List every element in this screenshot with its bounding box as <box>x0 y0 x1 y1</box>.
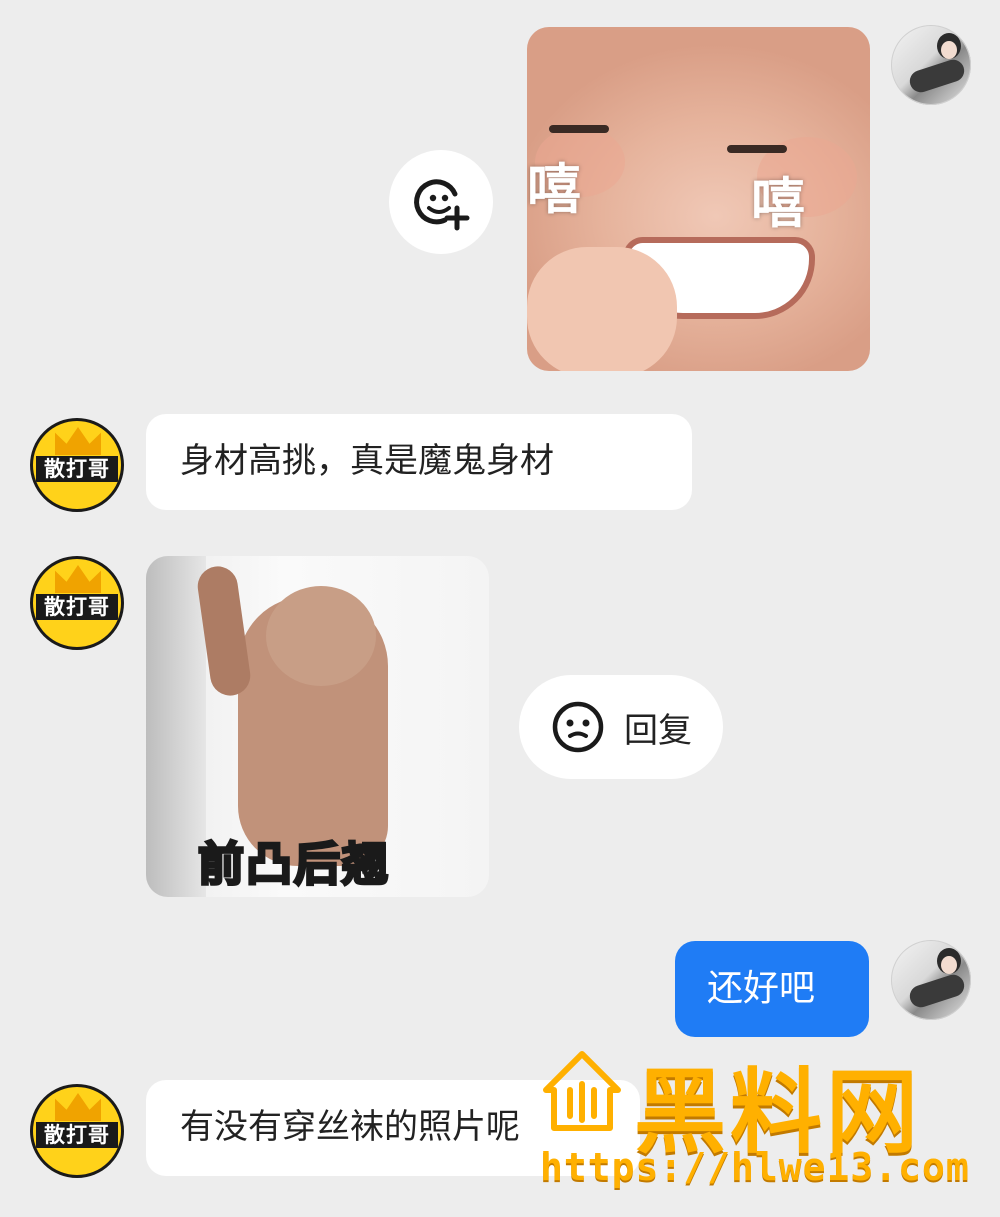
message-bubble-received[interactable]: 身材高挑，真是魔鬼身材 <box>146 414 692 510</box>
sticker-image-dog[interactable]: 前凸后翘 <box>146 556 489 897</box>
user-avatar[interactable] <box>891 940 971 1020</box>
message-text: 还好吧 <box>707 968 816 1009</box>
add-emoji-button[interactable] <box>389 150 493 254</box>
contact-avatar[interactable]: 散打哥 <box>30 418 124 512</box>
sticker-caption: 前凸后翘 <box>197 836 390 893</box>
watermark-logo-icon <box>543 1051 621 1131</box>
sticker-text-right: 嘻 <box>751 172 805 235</box>
reply-button[interactable]: 回复 <box>519 675 723 779</box>
sticker-image-baby[interactable]: 嘻 嘻 <box>527 27 870 371</box>
avatar-name: 散打哥 <box>36 1122 118 1148</box>
crown-icon <box>55 427 101 455</box>
emoji-add-icon <box>414 179 470 231</box>
sticker-text-left: 嘻 <box>527 158 581 221</box>
smiley-icon <box>552 701 604 753</box>
avatar-name: 散打哥 <box>36 594 118 620</box>
contact-avatar[interactable]: 散打哥 <box>30 556 124 650</box>
avatar-name: 散打哥 <box>36 456 118 482</box>
message-bubble-sent[interactable]: 还好吧 <box>675 941 869 1037</box>
watermark-url: https://hlwe13.com <box>540 1145 970 1189</box>
crown-icon <box>55 1093 101 1121</box>
contact-avatar[interactable]: 散打哥 <box>30 1084 124 1178</box>
reply-label: 回复 <box>624 710 692 751</box>
message-text: 有没有穿丝袜的照片呢 <box>180 1107 520 1147</box>
user-avatar[interactable] <box>891 25 971 105</box>
crown-icon <box>55 565 101 593</box>
message-text: 身材高挑，真是魔鬼身材 <box>180 441 554 481</box>
